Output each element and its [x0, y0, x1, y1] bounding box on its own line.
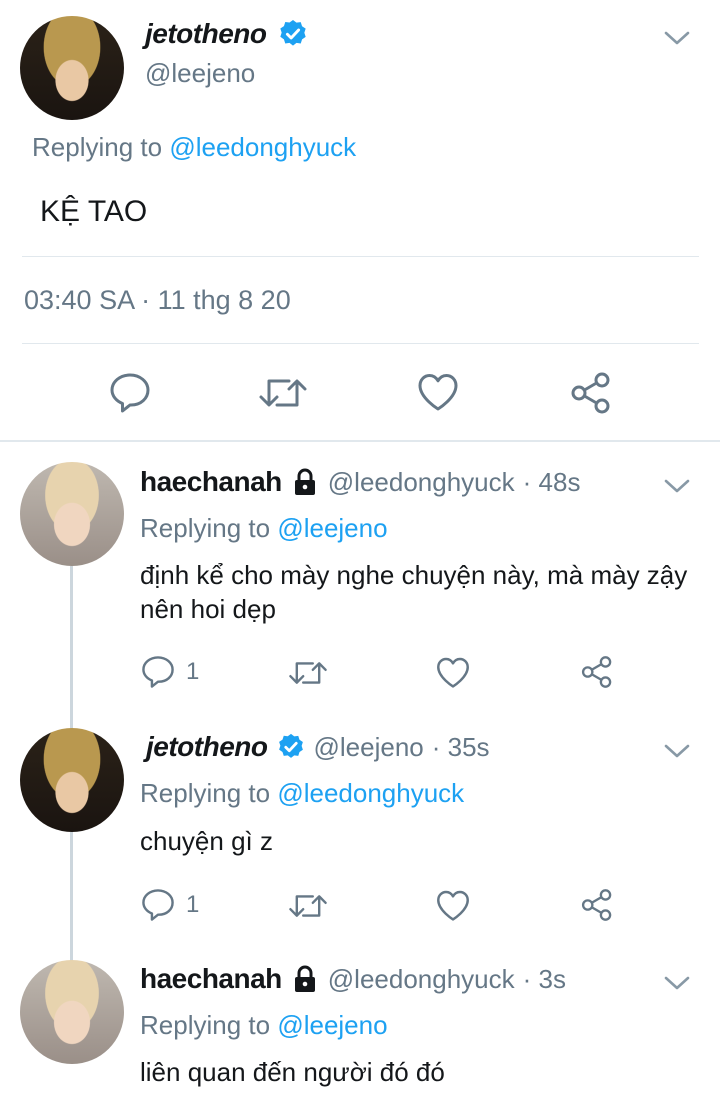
replying-to-link[interactable]: @leejeno: [277, 1010, 387, 1040]
replying-to-link[interactable]: @leedonghyuck: [169, 132, 356, 162]
heart-icon[interactable]: [435, 656, 471, 689]
chevron-down-icon[interactable]: [663, 973, 691, 993]
tweet-text: chuyện gì z: [140, 826, 273, 856]
avatar[interactable]: [20, 960, 124, 1064]
tweet-text: KỆ TAO: [40, 195, 148, 228]
chevron-down-icon[interactable]: [663, 28, 691, 48]
chevron-down-icon[interactable]: [663, 476, 691, 496]
lock-icon: [290, 964, 320, 994]
tweet-text: định kể cho mày nghe chuyện này, mà mày …: [140, 560, 688, 624]
retweet-icon[interactable]: [288, 889, 328, 923]
lock-icon: [290, 467, 320, 497]
display-name[interactable]: haechanah: [140, 963, 282, 995]
reply-count: 1: [186, 891, 200, 918]
heart-icon[interactable]: [435, 889, 471, 922]
replying-to-line: Replying to @leejeno: [140, 1010, 388, 1041]
section-divider: [0, 440, 720, 442]
reply-icon[interactable]: [140, 655, 176, 689]
chevron-down-icon[interactable]: [663, 741, 691, 761]
share-icon[interactable]: [580, 888, 614, 922]
avatar[interactable]: [20, 462, 124, 566]
thread-line: [70, 832, 73, 964]
display-name[interactable]: haechanah: [140, 466, 282, 498]
replying-to-link[interactable]: @leedonghyuck: [277, 778, 464, 808]
divider: [22, 256, 699, 257]
display-name[interactable]: jetotheno: [145, 18, 267, 50]
replying-to-line: Replying to @leedonghyuck: [140, 778, 464, 809]
tweet-text: liên quan đến người đó đó: [140, 1057, 445, 1087]
handle[interactable]: @leedonghyuck: [328, 964, 515, 995]
replying-prefix: Replying to: [140, 1010, 271, 1040]
display-name[interactable]: jetotheno: [146, 731, 268, 763]
replying-to-line: Replying to @leejeno: [140, 513, 388, 544]
share-icon[interactable]: [569, 371, 613, 415]
relative-time[interactable]: · 3s: [523, 964, 566, 995]
share-icon[interactable]: [580, 655, 614, 689]
replying-prefix: Replying to: [140, 513, 271, 543]
replying-to-link[interactable]: @leejeno: [277, 513, 387, 543]
retweet-icon[interactable]: [258, 372, 308, 414]
reply-icon[interactable]: [108, 372, 152, 414]
avatar[interactable]: [20, 16, 124, 120]
avatar[interactable]: [20, 728, 124, 832]
thread-line: [70, 566, 73, 732]
handle[interactable]: @leejeno: [145, 58, 255, 89]
reply-action[interactable]: 1: [140, 888, 199, 922]
retweet-icon[interactable]: [288, 656, 328, 690]
verified-badge-icon: [277, 18, 309, 50]
relative-time[interactable]: · 48s: [523, 467, 581, 498]
timestamp[interactable]: 03:40 SA · 11 thg 8 20: [24, 285, 291, 316]
replying-to-line: Replying to @leedonghyuck: [32, 132, 356, 163]
reply-icon[interactable]: [140, 888, 176, 922]
reply-count: 1: [186, 658, 200, 685]
handle[interactable]: @leedonghyuck: [328, 467, 515, 498]
handle[interactable]: @leejeno: [314, 732, 424, 763]
divider: [22, 343, 699, 344]
reply-action[interactable]: 1: [140, 655, 199, 689]
verified-badge-icon: [276, 732, 306, 762]
replying-prefix: Replying to: [140, 778, 271, 808]
relative-time[interactable]: · 35s: [432, 732, 490, 763]
heart-icon[interactable]: [416, 372, 460, 412]
replying-prefix: Replying to: [32, 132, 163, 162]
